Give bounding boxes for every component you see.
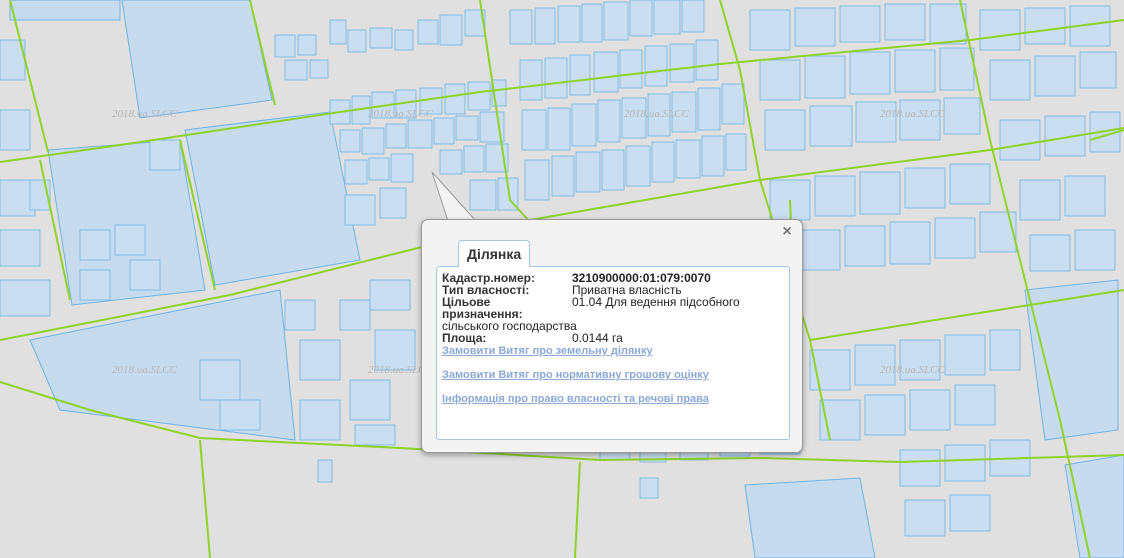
- watermark-text: 2018.ua.SLCC: [880, 364, 945, 376]
- tab-parcel[interactable]: Ділянка: [458, 240, 531, 267]
- watermark-text: 2018.ua.SLCC: [112, 364, 177, 376]
- order-valuation-extract-link[interactable]: Замовити Витяг про нормативну грошову оц…: [442, 369, 709, 381]
- area-value: 0.0144 га: [572, 331, 623, 345]
- parcel-info-popup: × Ділянка Кадастр.номер: 3210900000:01:0…: [421, 219, 803, 453]
- order-land-extract-link[interactable]: Замовити Витяг про земельну ділянку: [442, 345, 709, 357]
- purpose-row: Цільове призначення: 01.04 Для ведення п…: [442, 296, 782, 320]
- tab-panel: Кадастр.номер: 3210900000:01:079:0070 Ти…: [436, 266, 790, 440]
- parcel-info-table: Кадастр.номер: 3210900000:01:079:0070 Ти…: [442, 272, 782, 344]
- field-label: Цільове призначення:: [442, 295, 523, 321]
- watermark-text: 2018.ua.SLCC: [112, 108, 177, 120]
- ownership-info-link[interactable]: Інформація про право власності та речові…: [442, 393, 709, 405]
- area-row: Площа: 0.0144 га: [442, 332, 782, 344]
- field-label: Площа:: [442, 331, 487, 345]
- watermark-text: 2018.ua.SLCC: [624, 108, 689, 120]
- links-list: Замовити Витяг про земельну ділянку Замо…: [442, 345, 709, 417]
- close-icon[interactable]: ×: [780, 224, 794, 240]
- purpose-value: 01.04 Для ведення підсобного: [572, 295, 740, 309]
- watermark-text: 2018.ua.SLCC: [368, 108, 433, 120]
- watermark-text: 2018.ua.SLCC: [880, 108, 945, 120]
